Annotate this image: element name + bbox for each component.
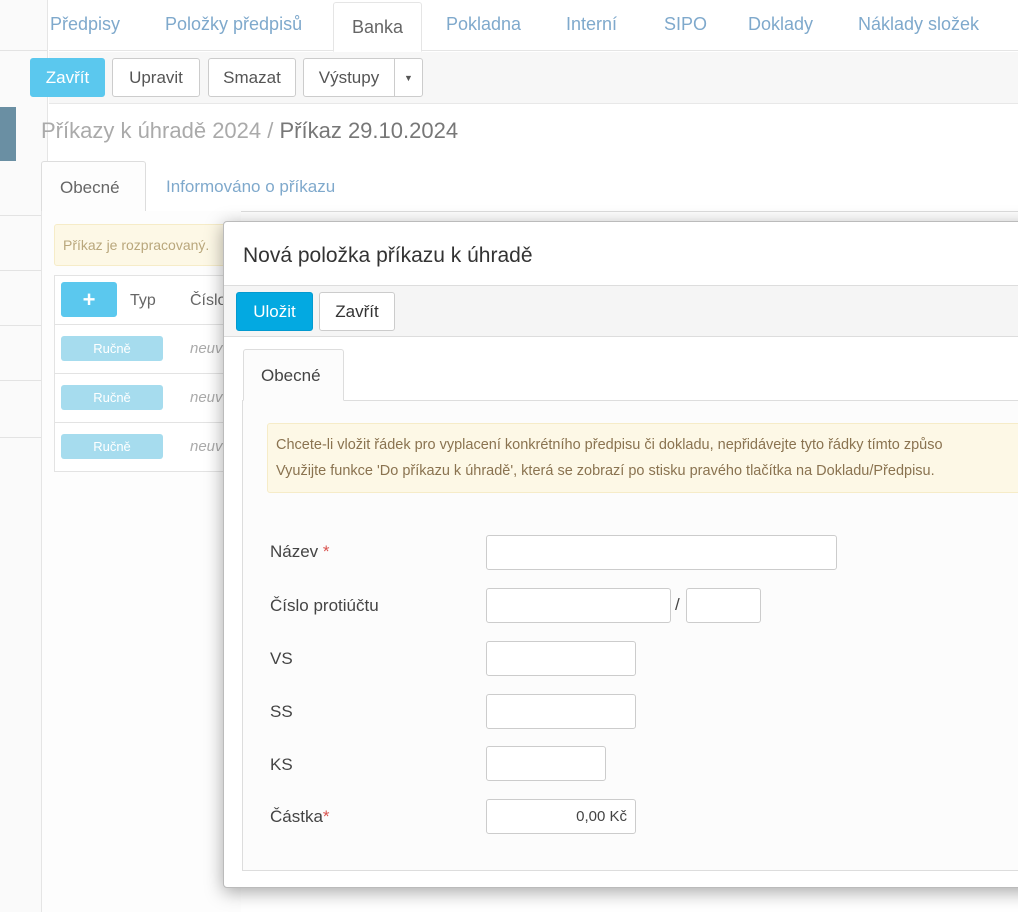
info-alert: Chcete-li vložit řádek pro vyplacení kon… — [267, 423, 1018, 493]
new-item-modal: Nová položka příkazu k úhradě Uložit Zav… — [223, 221, 1018, 888]
amount-label: Částka* — [270, 807, 330, 827]
breadcrumb-parent[interactable]: Příkazy k úhradě 2024 — [41, 118, 261, 143]
table-cell: neuv — [190, 438, 223, 455]
breadcrumb: Příkazy k úhradě 2024 / Příkaz 29.10.202… — [41, 118, 458, 144]
add-item-button[interactable]: + — [61, 282, 117, 317]
modal-tab-obecne[interactable]: Obecné — [243, 349, 344, 401]
required-marker: * — [322, 542, 330, 561]
bank-code-input[interactable] — [686, 588, 761, 623]
tab-sipo[interactable]: SIPO — [664, 14, 707, 35]
tab-naklady-slozek[interactable]: Náklady složek — [858, 14, 979, 35]
tab-polozky-predpisu[interactable]: Položky předpisů — [165, 14, 302, 35]
column-header-cislo[interactable]: Číslo — [190, 292, 226, 310]
outputs-dropdown-toggle[interactable]: ▼ — [394, 58, 423, 97]
detail-tabs: Obecné Informováno o příkazu — [41, 161, 1018, 212]
tab-doklady[interactable]: Doklady — [748, 14, 813, 35]
account-label: Číslo protiúčtu — [270, 596, 379, 615]
close-button[interactable]: Zavřít — [30, 58, 105, 97]
tab-pokladna[interactable]: Pokladna — [446, 14, 521, 35]
sidebar-active-marker — [0, 107, 16, 161]
vs-input[interactable] — [486, 641, 636, 676]
type-badge: Ručně — [61, 434, 163, 459]
table-cell: neuv — [190, 389, 223, 406]
amount-input[interactable]: 0,00 Kč — [486, 799, 636, 834]
toolbar: Zavřít Upravit Smazat Výstupy ▼ — [30, 52, 1018, 104]
name-input[interactable] — [486, 535, 837, 570]
alert-line: Chcete-li vložit řádek pro vyplacení kon… — [276, 437, 943, 453]
account-separator: / — [675, 595, 680, 614]
ks-label: KS — [270, 755, 293, 774]
top-tabs: Předpisy Položky předpisů Banka Pokladna… — [49, 0, 1018, 52]
delete-button[interactable]: Smazat — [208, 58, 296, 97]
outputs-button[interactable]: Výstupy — [303, 58, 395, 97]
tab-informovano[interactable]: Informováno o příkazu — [148, 161, 353, 212]
modal-toolbar: Uložit Zavřít — [224, 285, 1018, 337]
column-header-typ[interactable]: Typ — [130, 292, 156, 310]
ss-input[interactable] — [486, 694, 636, 729]
tab-interni[interactable]: Interní — [566, 14, 617, 35]
edit-button[interactable]: Upravit — [112, 58, 200, 97]
vs-label: VS — [270, 649, 293, 668]
save-button[interactable]: Uložit — [236, 292, 313, 331]
modal-title: Nová položka příkazu k úhradě — [243, 244, 533, 267]
breadcrumb-separator: / — [261, 118, 280, 143]
name-label-text: Název — [270, 542, 319, 561]
ss-label: SS — [270, 702, 293, 721]
required-marker: * — [322, 807, 330, 826]
ks-input[interactable] — [486, 746, 606, 781]
modal-close-button[interactable]: Zavřít — [319, 292, 395, 331]
tab-obecne[interactable]: Obecné — [41, 161, 146, 212]
amount-label-text: Částka — [270, 807, 323, 826]
name-label: Název * — [270, 542, 330, 562]
alert-line: Využijte funkce 'Do příkazu k úhradě', k… — [276, 463, 935, 479]
type-badge: Ručně — [61, 385, 163, 410]
tab-predpisy[interactable]: Předpisy — [50, 14, 120, 35]
breadcrumb-current: Příkaz 29.10.2024 — [279, 118, 459, 143]
caret-down-icon: ▼ — [404, 72, 413, 83]
type-badge: Ručně — [61, 336, 163, 361]
tab-banka[interactable]: Banka — [333, 2, 423, 52]
table-cell: neuv — [190, 340, 223, 357]
account-number-input[interactable] — [486, 588, 671, 623]
